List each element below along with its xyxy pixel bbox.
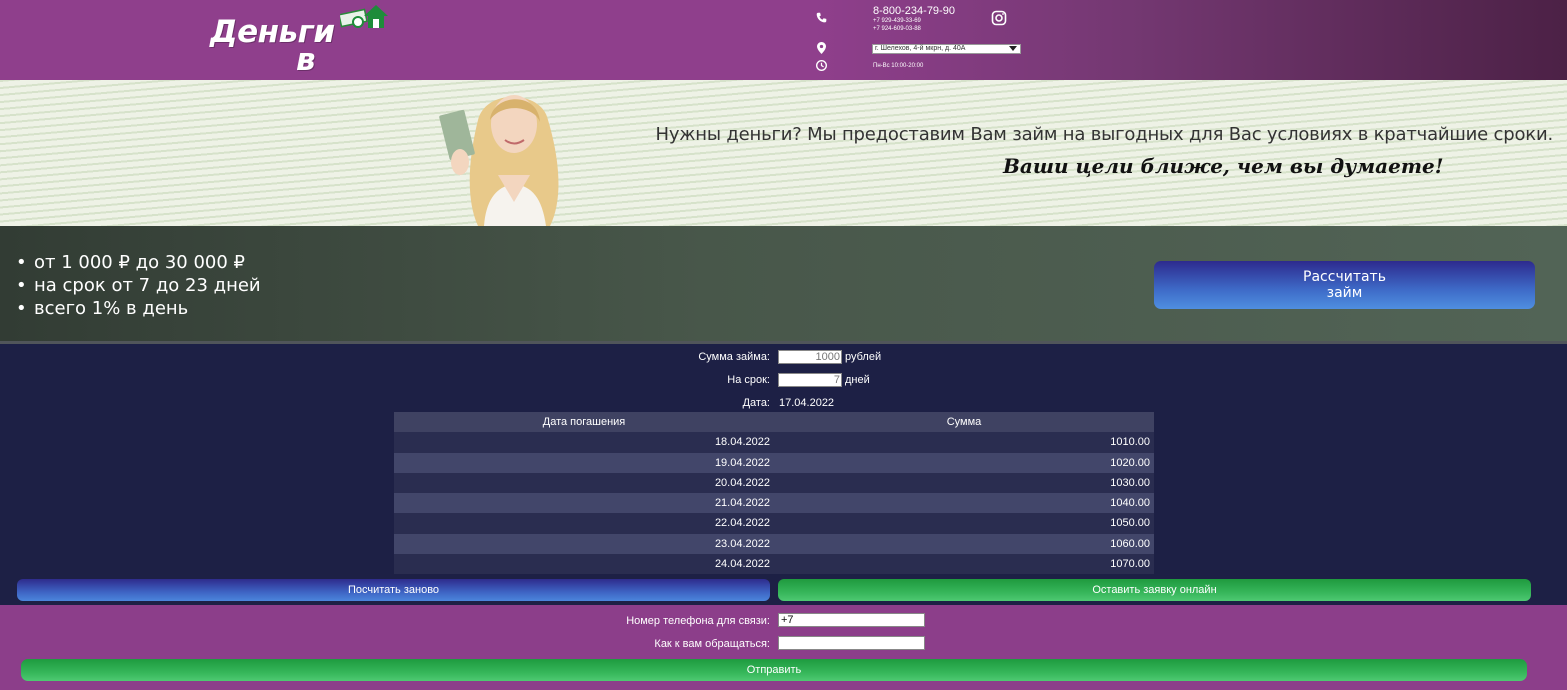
table-row: 24.04.2022 1070.00 — [394, 554, 1154, 575]
row-date: 18.04.2022 — [714, 436, 770, 449]
repayment-schedule-table: Дата погашения Сумма 18.04.2022 1010.00 … — [394, 412, 1154, 575]
working-hours: Пн-Вс 10:00-20:00 — [873, 63, 924, 69]
site-header: Деньги в Дом 8-800-234-79-90 +7 929-439-… — [0, 0, 1567, 114]
recalculate-button[interactable]: Посчитать заново — [17, 579, 770, 601]
chevron-down-icon — [1009, 46, 1017, 51]
row-date: 21.04.2022 — [714, 497, 770, 510]
amount-input[interactable]: 1000 — [778, 350, 842, 364]
table-header-row: Дата погашения Сумма — [394, 412, 1154, 433]
term-input[interactable]: 7 — [778, 373, 842, 387]
phone-icon — [816, 12, 827, 23]
calculate-loan-button[interactable]: Рассчитать займ — [1154, 261, 1535, 309]
date-value: 17.04.2022 — [779, 397, 835, 409]
clock-icon — [816, 60, 827, 71]
calculate-loan-button-line1: Рассчитать — [1303, 269, 1386, 285]
table-row: 21.04.2022 1040.00 — [394, 493, 1154, 514]
feature-item-term: на срок от 7 до 23 дней — [16, 274, 261, 297]
row-sum: 1020.00 — [1110, 456, 1150, 469]
row-sum: 1030.00 — [1110, 476, 1150, 489]
instagram-icon[interactable] — [991, 10, 1007, 26]
term-label: На срок: — [727, 374, 770, 386]
table-row: 20.04.2022 1030.00 — [394, 472, 1154, 494]
amount-label: Сумма займа: — [698, 351, 770, 363]
row-date: 22.04.2022 — [714, 517, 770, 530]
feature-list: от 1 000 ₽ до 30 000 ₽ на срок от 7 до 2… — [16, 251, 261, 320]
table-row: 22.04.2022 1050.00 — [394, 513, 1154, 534]
apply-online-button[interactable]: Оставить заявку онлайн — [778, 579, 1531, 601]
table-row: 18.04.2022 1010.00 — [394, 432, 1154, 453]
table-row: 19.04.2022 1020.00 — [394, 452, 1154, 473]
site-logo[interactable]: Деньги в Дом — [208, 2, 393, 114]
woman-with-money-image — [439, 95, 559, 226]
hero-banner: Нужны деньги? Мы предоставим Вам займ на… — [0, 80, 1567, 226]
amount-unit: рублей — [845, 351, 882, 363]
map-marker-icon — [817, 42, 826, 54]
date-label: Дата: — [742, 397, 770, 409]
row-sum: 1050.00 — [1110, 517, 1150, 530]
phone-field-label: Номер телефона для связи: — [626, 615, 770, 627]
address-select-value: г. Шелехов, 4-й мкрн, д. 40А — [875, 45, 966, 52]
row-date: 20.04.2022 — [714, 476, 770, 489]
phone-secondary-2[interactable]: +7 924-609-03-88 — [873, 26, 921, 32]
submit-button[interactable]: Отправить — [21, 659, 1527, 681]
phone-secondary-1[interactable]: +7 929-439-33-69 — [873, 18, 921, 24]
name-field[interactable] — [778, 636, 925, 650]
address-select[interactable]: г. Шелехов, 4-й мкрн, д. 40А — [872, 44, 1021, 54]
table-row: 23.04.2022 1060.00 — [394, 533, 1154, 555]
term-unit: дней — [845, 374, 870, 386]
banner-headline: Нужны деньги? Мы предоставим Вам займ на… — [655, 124, 1553, 145]
row-sum: 1060.00 — [1110, 537, 1150, 550]
feature-item-rate: всего 1% в день — [16, 297, 261, 320]
row-date: 24.04.2022 — [714, 558, 770, 571]
row-date: 19.04.2022 — [714, 456, 770, 469]
banner-slogan: Ваши цели ближе, чем вы думаете! — [1003, 154, 1444, 178]
phone-main[interactable]: 8-800-234-79-90 — [873, 5, 955, 17]
row-sum: 1040.00 — [1110, 497, 1150, 510]
name-field-label: Как к вам обращаться: — [654, 638, 770, 650]
column-header-date: Дата погашения — [542, 416, 626, 428]
phone-field[interactable]: +7 — [778, 613, 925, 627]
house-money-icon — [340, 5, 388, 28]
column-header-sum: Сумма — [946, 416, 982, 428]
feature-item-amount: от 1 000 ₽ до 30 000 ₽ — [16, 251, 261, 274]
row-sum: 1010.00 — [1110, 436, 1150, 449]
calculate-loan-button-line2: займ — [1326, 285, 1363, 301]
row-date: 23.04.2022 — [714, 537, 770, 550]
row-sum: 1070.00 — [1110, 558, 1150, 571]
